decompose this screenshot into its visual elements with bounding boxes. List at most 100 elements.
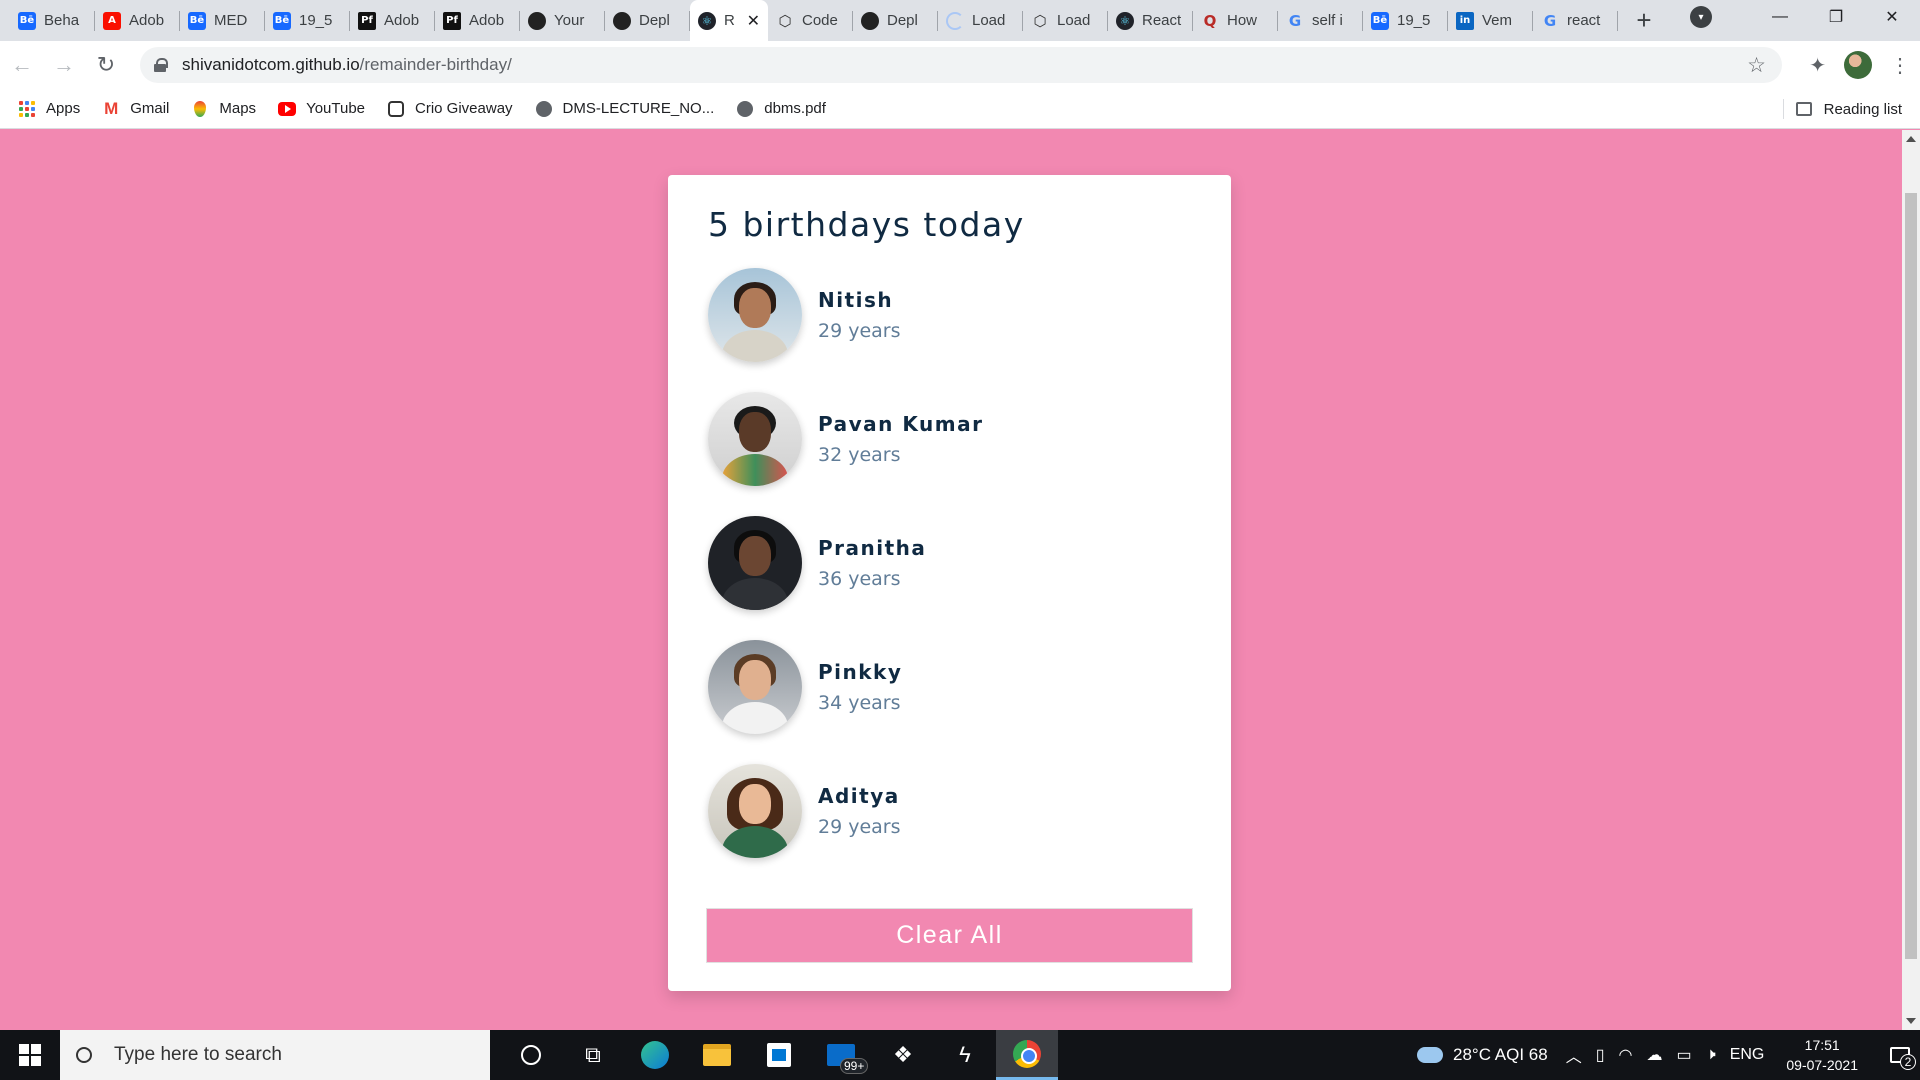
bookmark-dms-lecture[interactable]: DMS-LECTURE_NO...: [535, 100, 714, 118]
browser-tab[interactable]: Pf Adob: [350, 0, 435, 41]
browser-tab[interactable]: Load: [938, 0, 1023, 41]
browser-tab[interactable]: Greact: [1533, 0, 1618, 41]
maximize-button[interactable]: ❐: [1808, 0, 1864, 34]
store-app[interactable]: [748, 1030, 810, 1080]
mail-app[interactable]: 99+: [810, 1030, 872, 1080]
clock[interactable]: 17:51 09-07-2021: [1786, 1035, 1858, 1075]
browser-tab[interactable]: Your: [520, 0, 605, 41]
language-indicator[interactable]: ENG: [1730, 1046, 1765, 1064]
codesandbox-icon: ⬡: [1033, 11, 1047, 30]
battery-icon[interactable]: ▭: [1676, 1045, 1691, 1065]
url-text[interactable]: shivanidotcom.github.io/remainder-birthd…: [182, 55, 512, 75]
page-scrollbar[interactable]: [1902, 130, 1920, 1030]
onedrive-icon[interactable]: ☁: [1646, 1045, 1662, 1065]
browser-tab-active[interactable]: ⚛ R ✕: [690, 0, 768, 41]
bookmark-gmail[interactable]: M Gmail: [102, 99, 169, 118]
bookmark-maps[interactable]: Maps: [191, 100, 256, 118]
browser-tab[interactable]: A Adob: [95, 0, 180, 41]
person-age: 32 years: [818, 444, 901, 466]
extensions-puzzle-icon[interactable]: ✦: [1809, 53, 1826, 78]
browser-tab[interactable]: ⬡ Load: [1023, 0, 1108, 41]
window-controls: ▾ — ❐ ✕: [1690, 0, 1920, 34]
lock-icon[interactable]: [154, 58, 168, 72]
browser-tab[interactable]: ⚛ React: [1108, 0, 1193, 41]
file-explorer-app[interactable]: [686, 1030, 748, 1080]
person-age: 34 years: [818, 692, 901, 714]
taskbar-search-box[interactable]: Type here to search: [60, 1030, 490, 1080]
sublime-app[interactable]: ϟ: [934, 1030, 996, 1080]
reading-list-button[interactable]: Reading list: [1795, 89, 1902, 129]
new-tab-button[interactable]: +: [1624, 0, 1664, 41]
scroll-thumb[interactable]: [1905, 193, 1917, 959]
bookmark-star-icon[interactable]: ☆: [1747, 53, 1766, 78]
notifications-button[interactable]: 2: [1880, 1030, 1920, 1080]
scroll-up-arrow-icon[interactable]: [1902, 130, 1920, 148]
tab-list: Bē Beha A Adob Bē MED Bē 19_5 Pf Adob Pf Adob …: [0, 0, 1664, 41]
person-name: Aditya: [818, 784, 900, 808]
cloud-icon: [1417, 1047, 1443, 1063]
person-name: Nitish: [818, 288, 894, 312]
person-info: Aditya 29 years: [818, 784, 901, 838]
browser-tab[interactable]: ⬡ Code: [768, 0, 853, 41]
divider: [1783, 99, 1784, 119]
browser-tab[interactable]: Gself i: [1278, 0, 1363, 41]
person-info: Pranitha 36 years: [818, 536, 926, 590]
back-button[interactable]: ←: [2, 45, 42, 85]
clear-all-button[interactable]: Clear All: [706, 908, 1193, 963]
weather-widget[interactable]: 28°C AQI 68: [1417, 1045, 1548, 1065]
taskbar-apps: ⧉ 99+ ❖ ϟ: [500, 1030, 1058, 1080]
codesandbox-icon: ⬡: [778, 11, 792, 30]
clock-time: 17:51: [1804, 1037, 1840, 1053]
chrome-app[interactable]: [996, 1030, 1058, 1080]
behance-icon: Bē: [273, 11, 291, 30]
start-button[interactable]: [0, 1030, 60, 1080]
browser-tab[interactable]: Bē 19_5: [1363, 0, 1448, 41]
bookmark-dbms-pdf[interactable]: dbms.pdf: [736, 100, 826, 118]
person-age: 36 years: [818, 568, 901, 590]
person-info: Nitish 29 years: [818, 288, 901, 342]
tab-search-icon[interactable]: ▾: [1690, 6, 1712, 28]
volume-icon[interactable]: 🕨: [1706, 1046, 1716, 1064]
globe-icon: [535, 100, 553, 118]
chrome-icon: [1013, 1039, 1041, 1068]
task-view-icon: ⧉: [585, 1042, 601, 1067]
forward-button[interactable]: →: [44, 45, 84, 85]
person-name: Pavan Kumar: [818, 412, 984, 436]
minimize-button[interactable]: —: [1752, 0, 1808, 34]
github-icon: [613, 11, 631, 30]
bookmark-youtube[interactable]: YouTube: [278, 100, 365, 118]
reload-button[interactable]: ↻: [86, 45, 126, 85]
github-icon: [528, 11, 546, 30]
google-icon: G: [1543, 11, 1557, 30]
person-photo: [708, 268, 802, 362]
scroll-down-arrow-icon[interactable]: [1902, 1012, 1920, 1030]
crio-icon: [387, 100, 405, 118]
dropbox-app[interactable]: ❖: [872, 1030, 934, 1080]
browser-tab[interactable]: Bē Beha: [10, 0, 95, 41]
browser-tab[interactable]: in Vem: [1448, 0, 1533, 41]
person-item: Pavan Kumar 32 years: [708, 392, 1191, 486]
profile-avatar[interactable]: [1844, 51, 1872, 79]
menu-kebab-icon[interactable]: ⋮: [1890, 53, 1910, 78]
close-window-button[interactable]: ✕: [1864, 0, 1920, 34]
wifi-icon[interactable]: ◠: [1619, 1045, 1633, 1065]
dropbox-icon: ❖: [893, 1042, 913, 1067]
person-name: Pinkky: [818, 660, 903, 684]
browser-tab[interactable]: Q How: [1193, 0, 1278, 41]
address-bar[interactable]: shivanidotcom.github.io/remainder-birthd…: [140, 47, 1782, 83]
browser-tab[interactable]: Depl: [853, 0, 938, 41]
chevron-up-icon[interactable]: ︿: [1566, 1043, 1582, 1067]
adobe-icon: A: [103, 11, 121, 30]
edge-app[interactable]: [624, 1030, 686, 1080]
browser-tab[interactable]: Pf Adob: [435, 0, 520, 41]
bookmark-crio[interactable]: Crio Giveaway: [387, 100, 513, 118]
close-tab-icon[interactable]: ✕: [747, 11, 760, 31]
task-view-button[interactable]: ⧉: [562, 1030, 624, 1080]
portfolio-icon: Pf: [358, 11, 376, 30]
bookmark-apps[interactable]: Apps: [18, 100, 80, 118]
browser-tab[interactable]: Depl: [605, 0, 690, 41]
browser-tab[interactable]: Bē 19_5: [265, 0, 350, 41]
browser-tab[interactable]: Bē MED: [180, 0, 265, 41]
device-icon[interactable]: ▯: [1596, 1045, 1605, 1065]
cortana-button[interactable]: [500, 1030, 562, 1080]
